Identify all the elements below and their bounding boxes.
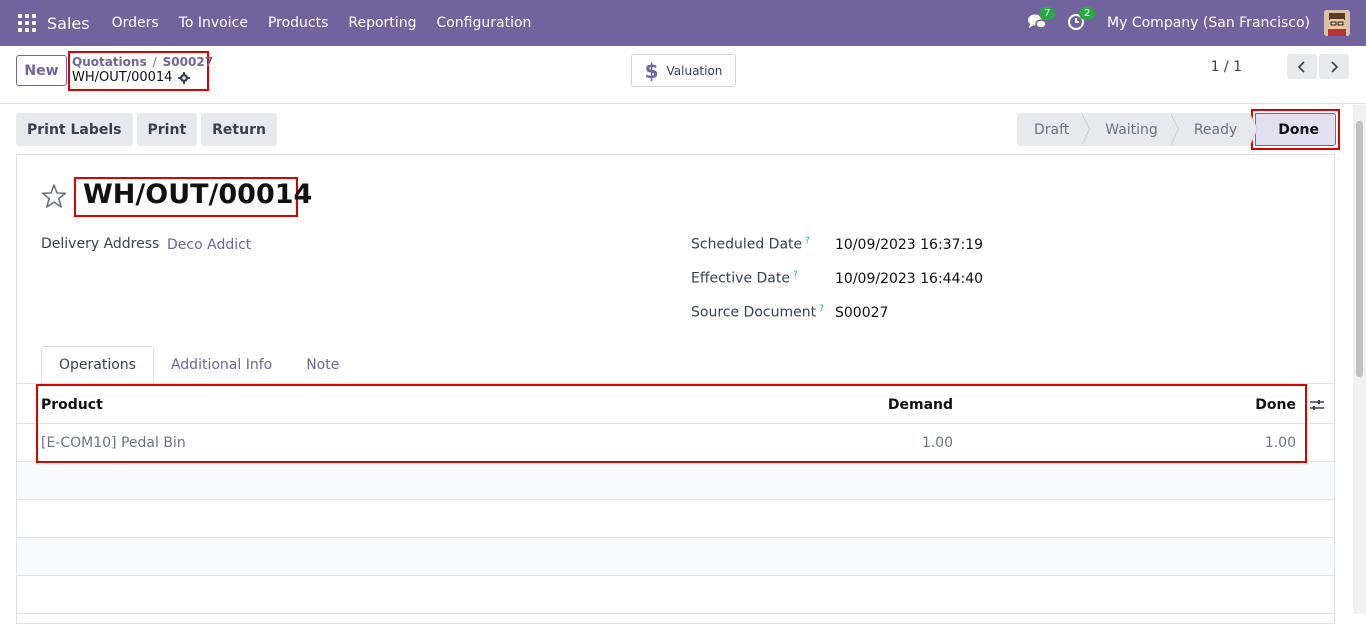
gear-icon[interactable]	[178, 71, 191, 84]
dollar-icon: $	[644, 58, 659, 83]
pager-value[interactable]: 1 / 1	[1211, 59, 1242, 75]
tab-operations[interactable]: Operations	[41, 346, 154, 384]
activities-badge: 2	[1079, 7, 1096, 20]
control-panel: New Quotations / S00027 WH/OUT/00014 $ Val…	[0, 46, 1366, 104]
status-done-highlight: Done	[1251, 109, 1340, 150]
chevron-left-icon	[1298, 60, 1305, 73]
record-title[interactable]: WH/OUT/00014	[83, 179, 312, 210]
effective-date-value: 10/09/2023 16:44:40	[835, 271, 984, 287]
status-bar: Draft Waiting Ready Done	[1016, 109, 1340, 150]
table-header: Product Demand Done	[17, 386, 1334, 424]
column-demand[interactable]: Demand	[888, 397, 953, 413]
tab-note[interactable]: Note	[289, 346, 356, 384]
help-icon[interactable]: ?	[819, 304, 824, 314]
messages-button[interactable]: 7	[1027, 7, 1056, 33]
status-draft[interactable]: Draft	[1016, 113, 1091, 146]
star-icon[interactable]	[41, 183, 67, 209]
notebook-tabs: Operations Additional Info Note	[41, 346, 356, 384]
valuation-button[interactable]: $ Valuation	[631, 54, 736, 87]
help-icon[interactable]: ?	[805, 236, 810, 246]
activities-button[interactable]: 2	[1067, 7, 1096, 33]
top-navbar: Sales Orders To Invoice Products Reporti…	[0, 0, 1366, 46]
valuation-label: Valuation	[666, 63, 723, 78]
source-document-label: Source Document?	[691, 304, 824, 321]
breadcrumb: Quotations / S00027 WH/OUT/00014	[68, 51, 213, 91]
tab-additional-info[interactable]: Additional Info	[154, 346, 289, 384]
scheduled-date-label: Scheduled Date?	[691, 236, 810, 253]
menu-orders[interactable]: Orders	[102, 15, 169, 31]
empty-row	[17, 500, 1334, 538]
return-button[interactable]: Return	[201, 113, 277, 146]
status-done[interactable]: Done	[1255, 113, 1336, 146]
breadcrumb-order[interactable]: S00027	[163, 55, 213, 69]
delivery-address-label: Delivery Address	[41, 236, 160, 252]
pager-previous-button[interactable]	[1287, 54, 1317, 79]
form-sheet: WH/OUT/00014 Delivery Address Deco Addic…	[16, 154, 1335, 624]
chevron-right-icon	[1331, 60, 1338, 73]
menu-products[interactable]: Products	[258, 15, 338, 31]
apps-menu-icon[interactable]	[18, 14, 36, 32]
done-cell[interactable]: 1.00	[1265, 435, 1296, 451]
breadcrumb-current: WH/OUT/00014	[72, 70, 173, 85]
menu-reporting[interactable]: Reporting	[338, 15, 426, 31]
app-name[interactable]: Sales	[47, 14, 90, 33]
user-avatar[interactable]	[1324, 10, 1350, 36]
column-done[interactable]: Done	[1255, 397, 1296, 413]
product-cell[interactable]: [E-COM10] Pedal Bin	[41, 435, 186, 451]
new-button[interactable]: New	[16, 55, 67, 86]
empty-row	[17, 538, 1334, 576]
demand-cell[interactable]: 1.00	[922, 435, 953, 451]
print-button[interactable]: Print	[136, 113, 198, 146]
status-ready[interactable]: Ready	[1171, 113, 1259, 146]
main-menu: Orders To Invoice Products Reporting Con…	[102, 15, 542, 31]
status-waiting[interactable]: Waiting	[1083, 113, 1179, 146]
effective-date-label: Effective Date?	[691, 270, 798, 287]
menu-configuration[interactable]: Configuration	[426, 15, 541, 31]
source-document-value[interactable]: S00027	[835, 305, 888, 321]
optional-columns-icon[interactable]	[1310, 398, 1324, 412]
company-switcher[interactable]: My Company (San Francisco)	[1107, 15, 1310, 31]
empty-row	[17, 576, 1334, 614]
breadcrumb-quotations[interactable]: Quotations	[72, 55, 147, 69]
column-product[interactable]: Product	[41, 397, 103, 413]
messages-badge: 7	[1039, 7, 1056, 20]
delivery-address-value[interactable]: Deco Addict	[167, 237, 251, 253]
print-labels-button[interactable]: Print Labels	[16, 113, 133, 146]
action-buttons: Print Labels Print Return	[16, 113, 277, 146]
pager-next-button[interactable]	[1319, 54, 1349, 79]
menu-to-invoice[interactable]: To Invoice	[169, 15, 258, 31]
empty-row	[17, 462, 1334, 500]
scrollbar[interactable]	[1353, 105, 1366, 614]
table-row[interactable]: [E-COM10] Pedal Bin 1.00 1.00	[17, 424, 1334, 462]
help-icon[interactable]: ?	[793, 270, 798, 280]
scheduled-date-value[interactable]: 10/09/2023 16:37:19	[835, 237, 983, 253]
